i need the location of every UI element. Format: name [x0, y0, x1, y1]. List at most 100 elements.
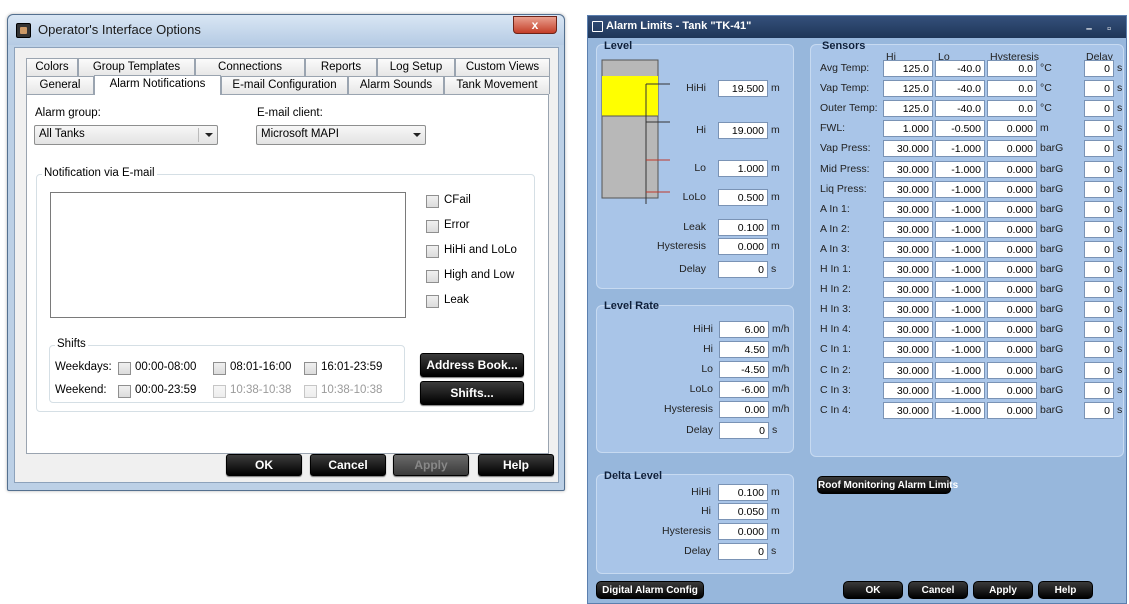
lo-value-field[interactable]: 1.000 [718, 160, 768, 177]
sensor-h-in-1-hysteresis-field[interactable]: 0.000 [987, 261, 1037, 278]
hi-value-field[interactable]: 4.50 [719, 341, 769, 358]
dialog-title-bar[interactable]: Operator's Interface Options x [8, 15, 564, 45]
delay-value-field[interactable]: 0 [718, 261, 768, 278]
sensor-vap-temp-lo-field[interactable]: -40.0 [935, 80, 985, 98]
sensor-vap-temp-delay-field[interactable]: 0 [1084, 80, 1114, 98]
email-client-select[interactable]: Microsoft MAPI [256, 125, 426, 145]
tab-reports[interactable]: Reports [305, 58, 377, 76]
tab-alarm-notifications[interactable]: Alarm Notifications [94, 75, 221, 95]
sensor-c-in-3-hi-field[interactable]: 30.000 [883, 381, 933, 399]
sensor-mid-press-delay-field[interactable]: 0 [1084, 160, 1114, 178]
weekday-shift2-checkbox[interactable] [213, 362, 226, 375]
tab-group-templates[interactable]: Group Templates [78, 58, 195, 76]
sensor-avg-temp-lo-field[interactable]: -40.0 [935, 60, 985, 77]
sensor-h-in-4-lo-field[interactable]: -1.000 [935, 321, 985, 339]
lolo-value-field[interactable]: 0.500 [718, 189, 768, 206]
help-button[interactable]: Help [478, 454, 554, 476]
leak-value-field[interactable]: 0.100 [718, 219, 768, 236]
sensor-a-in-3-hi-field[interactable]: 30.000 [883, 240, 933, 258]
window-title-bar[interactable]: Alarm Limits - Tank "TK-41" – ▫ [588, 16, 1126, 38]
sensor-h-in-3-hi-field[interactable]: 30.000 [883, 301, 933, 319]
sensor-c-in-1-delay-field[interactable]: 0 [1084, 341, 1114, 359]
sensor-h-in-4-hysteresis-field[interactable]: 0.000 [987, 321, 1037, 339]
sensor-a-in-3-delay-field[interactable]: 0 [1084, 240, 1114, 258]
sensor-c-in-3-delay-field[interactable]: 0 [1084, 381, 1114, 399]
sensor-vap-press-delay-field[interactable]: 0 [1084, 140, 1114, 158]
roof-monitoring-button[interactable]: Roof Monitoring Alarm Limits [817, 476, 958, 494]
sensor-fwl-hysteresis-field[interactable]: 0.000 [987, 120, 1037, 138]
hihi-value-field[interactable]: 19.500 [718, 80, 768, 97]
hysteresis-value-field[interactable]: 0.000 [718, 523, 768, 540]
sensor-liq-press-hysteresis-field[interactable]: 0.000 [987, 180, 1037, 198]
sensor-c-in-1-lo-field[interactable]: -1.000 [935, 341, 985, 359]
tab-alarm-sounds[interactable]: Alarm Sounds [348, 76, 444, 94]
lolo-value-field[interactable]: -6.00 [719, 381, 769, 398]
sensor-fwl-hi-field[interactable]: 1.000 [883, 120, 933, 138]
sensor-mid-press-hi-field[interactable]: 30.000 [883, 160, 933, 178]
sensor-avg-temp-hi-field[interactable]: 125.0 [883, 60, 933, 77]
tab-email-configuration[interactable]: E-mail Configuration [221, 76, 348, 94]
sensor-h-in-4-delay-field[interactable]: 0 [1084, 321, 1114, 339]
tab-general[interactable]: General [26, 76, 94, 94]
sensor-outer-temp-hi-field[interactable]: 125.0 [883, 100, 933, 118]
apply-button[interactable]: Apply [973, 581, 1033, 599]
weekend-shift2-checkbox[interactable] [213, 385, 226, 398]
sensor-h-in-2-lo-field[interactable]: -1.000 [935, 281, 985, 299]
sensor-mid-press-lo-field[interactable]: -1.000 [935, 160, 985, 178]
sensor-c-in-2-lo-field[interactable]: -1.000 [935, 361, 985, 379]
sensor-vap-temp-hysteresis-field[interactable]: 0.0 [987, 80, 1037, 98]
lo-value-field[interactable]: -4.50 [719, 361, 769, 378]
alarm-group-select[interactable]: All Tanks [34, 125, 218, 145]
hihi-lolo-checkbox[interactable] [426, 245, 439, 258]
high-low-checkbox[interactable] [426, 270, 439, 283]
hihi-value-field[interactable]: 0.100 [718, 484, 768, 501]
sensor-h-in-1-lo-field[interactable]: -1.000 [935, 261, 985, 278]
sensor-a-in-3-lo-field[interactable]: -1.000 [935, 240, 985, 258]
sensor-c-in-2-hi-field[interactable]: 30.000 [883, 361, 933, 379]
sensor-vap-press-lo-field[interactable]: -1.000 [935, 140, 985, 158]
sensor-a-in-3-hysteresis-field[interactable]: 0.000 [987, 240, 1037, 258]
sensor-c-in-1-hysteresis-field[interactable]: 0.000 [987, 341, 1037, 359]
sensor-a-in-1-lo-field[interactable]: -1.000 [935, 200, 985, 218]
sensor-vap-press-hysteresis-field[interactable]: 0.000 [987, 140, 1037, 158]
weekday-shift3-checkbox[interactable] [304, 362, 317, 375]
sensor-h-in-1-hi-field[interactable]: 30.000 [883, 261, 933, 278]
shifts-button[interactable]: Shifts... [420, 381, 524, 405]
sensor-c-in-4-hi-field[interactable]: 30.000 [883, 401, 933, 419]
sensor-c-in-2-delay-field[interactable]: 0 [1084, 361, 1114, 379]
sensor-a-in-2-hi-field[interactable]: 30.000 [883, 220, 933, 238]
sensor-outer-temp-delay-field[interactable]: 0 [1084, 100, 1114, 118]
sensor-h-in-2-hi-field[interactable]: 30.000 [883, 281, 933, 299]
sensor-h-in-4-hi-field[interactable]: 30.000 [883, 321, 933, 339]
window-controls[interactable]: – ▫ [1086, 19, 1117, 40]
sensor-h-in-2-hysteresis-field[interactable]: 0.000 [987, 281, 1037, 299]
sensor-c-in-3-lo-field[interactable]: -1.000 [935, 381, 985, 399]
hysteresis-value-field[interactable]: 0.000 [718, 238, 768, 255]
sensor-h-in-2-delay-field[interactable]: 0 [1084, 281, 1114, 299]
sensor-vap-press-hi-field[interactable]: 30.000 [883, 140, 933, 158]
weekend-shift3-checkbox[interactable] [304, 385, 317, 398]
cfail-checkbox[interactable] [426, 195, 439, 208]
sensor-c-in-4-lo-field[interactable]: -1.000 [935, 401, 985, 419]
sensor-liq-press-lo-field[interactable]: -1.000 [935, 180, 985, 198]
weekend-shift1-checkbox[interactable] [118, 385, 131, 398]
help-button[interactable]: Help [1038, 581, 1093, 599]
sensor-mid-press-hysteresis-field[interactable]: 0.000 [987, 160, 1037, 178]
tab-log-setup[interactable]: Log Setup [377, 58, 455, 76]
tab-tank-movement[interactable]: Tank Movement [444, 76, 550, 94]
sensor-h-in-3-hysteresis-field[interactable]: 0.000 [987, 301, 1037, 319]
sensor-h-in-3-lo-field[interactable]: -1.000 [935, 301, 985, 319]
sensor-c-in-4-delay-field[interactable]: 0 [1084, 401, 1114, 419]
sensor-a-in-2-lo-field[interactable]: -1.000 [935, 220, 985, 238]
sensor-outer-temp-lo-field[interactable]: -40.0 [935, 100, 985, 118]
digital-alarm-config-button[interactable]: Digital Alarm Config [596, 581, 704, 599]
sensor-liq-press-hi-field[interactable]: 30.000 [883, 180, 933, 198]
error-checkbox[interactable] [426, 220, 439, 233]
tab-custom-views[interactable]: Custom Views [455, 58, 550, 76]
sensor-a-in-1-hysteresis-field[interactable]: 0.000 [987, 200, 1037, 218]
cancel-button[interactable]: Cancel [908, 581, 968, 599]
sensor-liq-press-delay-field[interactable]: 0 [1084, 180, 1114, 198]
sensor-avg-temp-delay-field[interactable]: 0 [1084, 60, 1114, 77]
sensor-c-in-1-hi-field[interactable]: 30.000 [883, 341, 933, 359]
sensor-h-in-3-delay-field[interactable]: 0 [1084, 301, 1114, 319]
